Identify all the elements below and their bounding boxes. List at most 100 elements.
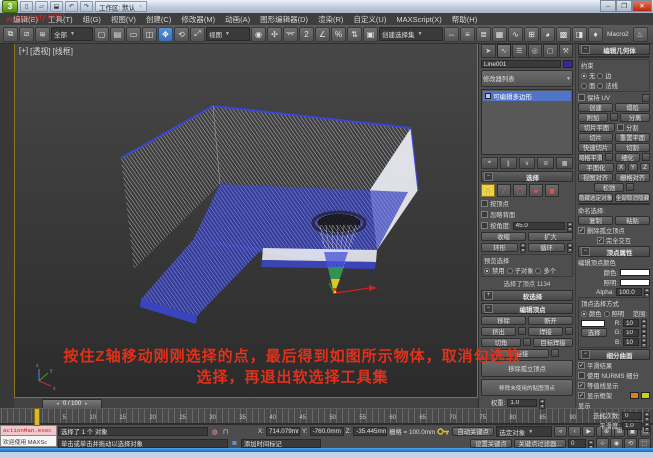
ring-spinner[interactable]: ▲▼	[520, 243, 526, 251]
preserve-uv-checkbox[interactable]	[578, 94, 585, 101]
redo-icon[interactable]: ↷	[80, 1, 93, 12]
edit-named-selection-sets-icon[interactable]: ▣	[363, 27, 378, 42]
illumination-swatch[interactable]	[620, 279, 650, 286]
tab-create[interactable]: ➤	[481, 44, 496, 58]
current-frame-marker[interactable]	[34, 408, 40, 426]
timeline-tick[interactable]: 60	[366, 415, 396, 423]
tab-hierarchy[interactable]: ☰	[512, 44, 527, 58]
use-nurms-checkbox[interactable]	[578, 372, 585, 379]
minimize-button[interactable]: –	[600, 0, 616, 12]
rollout-selection[interactable]: − 选择	[481, 171, 573, 182]
timeline-tick[interactable]: 65	[396, 415, 426, 423]
menu-item[interactable]: 图形编辑器(D)	[255, 14, 313, 25]
rollout-edit-vertices[interactable]: − 编辑顶点	[481, 303, 573, 314]
tab-display[interactable]: ▢	[543, 44, 558, 58]
by-illum-radio[interactable]	[604, 311, 610, 317]
alpha-value-field[interactable]: 100.0	[616, 288, 642, 296]
snaps-toggle-icon[interactable]: 2	[299, 27, 314, 42]
iterations-value-field[interactable]: 0	[622, 412, 642, 420]
listener-script-line[interactable]: 欢迎使用 MAXSc	[0, 436, 57, 447]
modifier-list-dropdown[interactable]: 修改器列表 ▼	[481, 70, 573, 87]
element-mode-button[interactable]: ◼	[545, 184, 559, 197]
angle-value-field[interactable]: 45.0	[513, 222, 565, 230]
msmooth-button[interactable]: 网格平滑	[578, 153, 603, 162]
polygon-mode-button[interactable]: ▰	[529, 184, 543, 197]
window-crossing-icon[interactable]: ◫	[142, 27, 157, 42]
by-vertex-checkbox[interactable]	[481, 200, 488, 207]
timeline-tick[interactable]: 75	[456, 415, 486, 423]
timeline-tick[interactable]: 40	[246, 415, 276, 423]
rollout-edit-geometry[interactable]: − 编辑几何体	[578, 44, 650, 55]
remove-modifier-icon[interactable]: ⊘	[537, 157, 554, 169]
menu-item[interactable]: MAXScript(X)	[391, 15, 446, 24]
paste-button[interactable]: 粘贴	[615, 216, 650, 225]
select-by-name-icon[interactable]: ▤	[110, 27, 125, 42]
viewport-menu-plus[interactable]: [+]	[19, 46, 28, 57]
constraint-edge-radio[interactable]	[597, 73, 603, 79]
timeline-tick[interactable]: 20	[126, 415, 156, 423]
hide-unselected-button[interactable]: 隐藏未选定对象	[578, 203, 650, 205]
tessellate-settings-icon[interactable]	[642, 153, 650, 161]
auto-key-button[interactable]: 自动关键点	[452, 427, 494, 436]
cage-selected-color-swatch[interactable]	[641, 392, 650, 399]
show-cage-checkbox[interactable]: ✓	[578, 392, 585, 399]
configure-modifier-sets-icon[interactable]: ▦	[556, 157, 573, 169]
go-to-start-button[interactable]: «	[554, 426, 567, 437]
timeline-tick[interactable]: 10	[66, 415, 96, 423]
weld-settings-icon[interactable]	[565, 327, 573, 335]
rollout-soft-selection[interactable]: + 软选择	[481, 290, 573, 301]
quickslice-button[interactable]: 快速切片	[578, 143, 613, 152]
bind-to-space-warp-icon[interactable]: ≋	[35, 27, 50, 42]
material-editor-icon[interactable]: ◕	[540, 27, 555, 42]
rendered-frame-window-icon[interactable]: ◨	[572, 27, 587, 42]
select-and-rotate-icon[interactable]: ⟲	[174, 27, 189, 42]
timeline-tick[interactable]: 35	[216, 415, 246, 423]
timeline-tick[interactable]: 80	[486, 415, 516, 423]
listener-macro-line[interactable]: actionMan.exec	[0, 425, 57, 436]
smoothness-spinner[interactable]: ▲▼	[644, 422, 650, 430]
menu-item[interactable]: 自定义(U)	[348, 14, 391, 25]
ignore-backfacing-checkbox[interactable]	[481, 211, 488, 218]
attach-settings-icon[interactable]	[610, 113, 618, 121]
reset-plane-button[interactable]: 重置平面	[615, 133, 650, 142]
slider-right-arrow-icon[interactable]: ▸	[85, 401, 88, 407]
planar-x-button[interactable]: X	[616, 163, 626, 172]
weight-spinner[interactable]: ▲▼	[539, 399, 545, 407]
iterations-spinner[interactable]: ▲▼	[644, 412, 650, 420]
create-button[interactable]: 创建	[578, 103, 613, 112]
remove-button[interactable]: 移除	[481, 316, 526, 325]
by-angle-checkbox[interactable]	[481, 222, 488, 229]
r-spinner[interactable]: ▲▼	[641, 319, 647, 327]
timeline-tick[interactable]: 90	[546, 415, 576, 423]
render-production-icon[interactable]: ♦	[588, 27, 603, 42]
keyboard-override-icon[interactable]: ⌤	[283, 27, 298, 42]
planar-y-button[interactable]: Y	[628, 163, 638, 172]
break-button[interactable]: 断开	[528, 316, 573, 325]
hide-selected-button[interactable]: 隐藏选定对象	[578, 193, 613, 202]
delete-isolated-checkbox[interactable]: ✓	[578, 227, 585, 234]
r-value-field[interactable]: 10	[623, 319, 639, 327]
render-setup-icon[interactable]: ▩	[556, 27, 571, 42]
unlink-selection-icon[interactable]: ⧄	[19, 27, 34, 42]
angle-spinner[interactable]: ▲▼	[567, 222, 573, 230]
smooth-result-checkbox[interactable]: ✓	[578, 362, 585, 369]
selected-objects-dropdown[interactable]: 选定对象▼	[496, 426, 552, 437]
set-key-button[interactable]: 设置关键点	[470, 439, 512, 448]
extrude-settings-icon[interactable]	[518, 327, 526, 335]
preview-off-radio[interactable]	[484, 268, 490, 274]
grid-align-button[interactable]: 栅格对齐	[615, 173, 650, 182]
close-button[interactable]: ✕	[632, 0, 652, 12]
stack-item-editable-poly[interactable]: 可编辑多边形	[483, 91, 571, 101]
y-coordinate-field[interactable]: -760.0mm	[310, 427, 344, 436]
save-file-icon[interactable]: ⬓	[50, 1, 63, 12]
b-spinner[interactable]: ▲▼	[641, 338, 647, 346]
collapse-button[interactable]: 塌陷	[615, 103, 650, 112]
set-key-icon[interactable]	[437, 427, 450, 436]
tab-utilities[interactable]: ⚒	[559, 44, 574, 58]
new-file-icon[interactable]: ▯	[20, 1, 33, 12]
menu-item[interactable]: 工具(T)	[43, 14, 78, 25]
timeline-tick[interactable]: 45	[276, 415, 306, 423]
menu-item[interactable]: 编辑(E)	[8, 14, 43, 25]
menu-item[interactable]: 创建(C)	[141, 14, 176, 25]
connect-button[interactable]: 连接	[495, 349, 549, 358]
